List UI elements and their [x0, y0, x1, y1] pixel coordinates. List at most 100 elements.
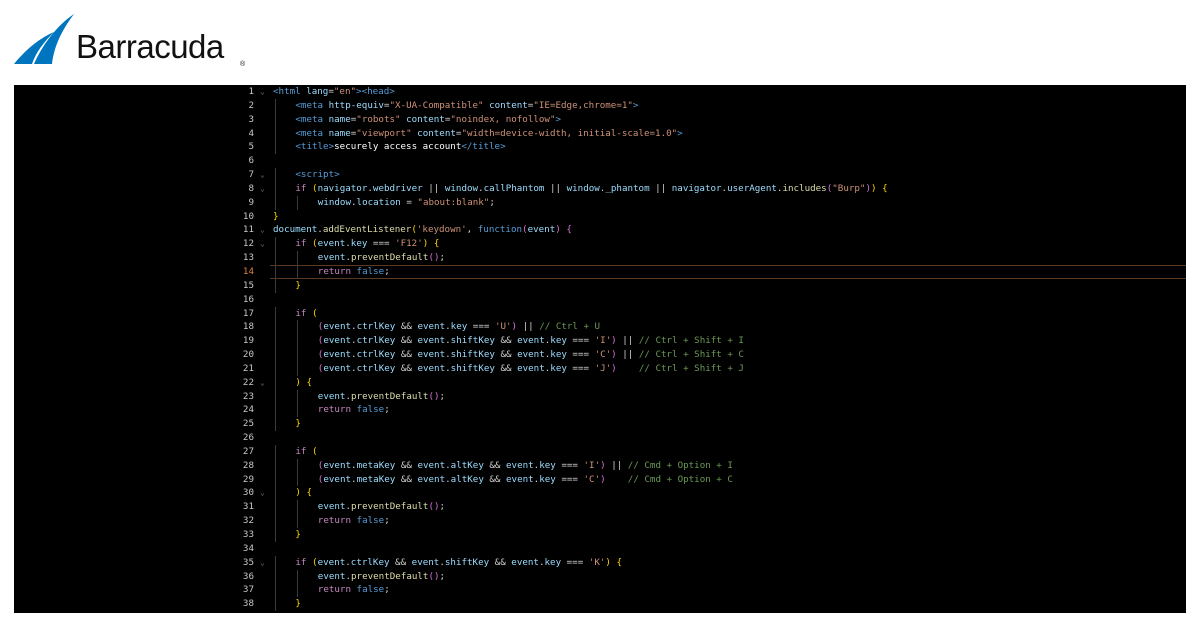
- code-line[interactable]: 21 (event.ctrlKey && event.shiftKey && ev…: [14, 361, 1186, 376]
- code-token: 'J': [594, 362, 612, 374]
- barracuda-wave-icon: [14, 14, 74, 64]
- code-line[interactable]: 22 ⌄) {: [14, 375, 1186, 390]
- code-line[interactable]: 11 ⌄ document.addEventListener('keydown', …: [14, 223, 1186, 237]
- code-line[interactable]: 7 ⌄ <script>: [14, 168, 1186, 182]
- line-number: 16: [242, 293, 254, 305]
- code-token: event: [511, 556, 539, 568]
- code-token: ;: [384, 584, 390, 596]
- fold-chevron-icon[interactable]: ⌄: [260, 486, 270, 500]
- indent-guide: [275, 195, 276, 210]
- code-token: ;: [384, 265, 390, 277]
- code-line[interactable]: 33}: [14, 528, 1186, 542]
- code-token: altKey: [450, 459, 484, 471]
- code-token: event: [317, 570, 346, 582]
- indent-guide: [275, 569, 276, 584]
- code-line[interactable]: 32 return false;: [14, 514, 1186, 528]
- code-text: ) {: [295, 376, 312, 390]
- code-token: 'C': [594, 349, 612, 361]
- code-line[interactable]: 29 (event.metaKey && event.altKey && even…: [14, 472, 1186, 487]
- code-line[interactable]: 37 return false;: [14, 583, 1186, 598]
- line-number: 1: [248, 86, 254, 97]
- line-number: 17: [242, 307, 254, 319]
- code-token: key: [450, 321, 468, 333]
- fold-chevron-icon[interactable]: ⌄: [260, 556, 270, 570]
- code-line[interactable]: 24 return false;: [14, 403, 1186, 418]
- registered-mark: ®: [240, 61, 246, 68]
- line-number: 27: [242, 445, 254, 457]
- line-number: 19: [242, 335, 254, 347]
- code-text: <title>securely access account</title>: [295, 140, 505, 154]
- code-token: ;: [439, 252, 446, 264]
- code-token: event: [317, 556, 346, 568]
- code-line[interactable]: 6: [14, 154, 1186, 168]
- code-line[interactable]: 30 ⌄) {: [14, 486, 1186, 501]
- code-token: {: [306, 376, 313, 388]
- code-token: event: [417, 335, 446, 347]
- code-line[interactable]: 2 <meta http-equiv="X-UA-Compatible" cont…: [14, 98, 1186, 113]
- fold-chevron-icon[interactable]: ⌄: [260, 237, 270, 251]
- code-line[interactable]: 1 ⌄ <html lang="en"><head>: [14, 85, 1186, 99]
- code-editor[interactable]: 1 ⌄ <html lang="en"><head> 2 <meta http-equi…: [14, 85, 1186, 613]
- indent-guide: [275, 140, 276, 155]
- code-line[interactable]: 31 event.preventDefault();: [14, 500, 1186, 515]
- code-line[interactable]: 17 if (: [14, 306, 1186, 321]
- code-text: <script>: [295, 168, 339, 182]
- code-line[interactable]: 16: [14, 293, 1186, 307]
- code-line[interactable]: 36 event.preventDefault();: [14, 569, 1186, 584]
- code-line[interactable]: 10}: [14, 210, 1186, 224]
- code-line[interactable]: 23 event.preventDefault();: [14, 389, 1186, 404]
- code-line[interactable]: 4 <meta name="viewport" content="width=de…: [14, 126, 1186, 141]
- code-line[interactable]: 34: [14, 542, 1186, 556]
- code-line[interactable]: 27 if (: [14, 444, 1186, 459]
- code-line[interactable]: 35 ⌄ if (event.ctrlKey && event.shiftKey &…: [14, 555, 1186, 570]
- code-token: shiftKey: [450, 335, 495, 347]
- code-token: content: [417, 127, 456, 139]
- code-text: return false;: [318, 265, 390, 279]
- code-text: if (event.key === 'F12') {: [295, 237, 439, 251]
- code-line[interactable]: 18 (event.ctrlKey && event.key === 'U') |…: [14, 320, 1186, 335]
- code-line[interactable]: 28 (event.metaKey && event.altKey && even…: [14, 458, 1186, 473]
- code-token: event: [517, 335, 545, 347]
- code-line[interactable]: 20 (event.ctrlKey && event.shiftKey && ev…: [14, 348, 1186, 362]
- code-token: preventDefault: [351, 501, 429, 513]
- code-token: (: [312, 445, 318, 457]
- code-line[interactable]: 9 window.location = "about:blank";: [14, 195, 1186, 210]
- code-token: event: [317, 252, 346, 264]
- fold-chevron-icon[interactable]: ⌄: [260, 182, 270, 196]
- line-number: 13: [242, 252, 254, 264]
- code-line[interactable]: 25}: [14, 417, 1186, 432]
- line-number: 29: [242, 473, 254, 485]
- code-line[interactable]: 15}: [14, 278, 1186, 293]
- code-line[interactable]: 5 <title>securely access account</title>: [14, 140, 1186, 155]
- code-token: navigator: [671, 182, 722, 194]
- code-line[interactable]: 38}: [14, 597, 1186, 612]
- code-token: &&: [489, 556, 512, 568]
- code-token: event: [417, 459, 446, 471]
- code-token: (): [428, 501, 440, 513]
- code-text: if (: [295, 307, 317, 321]
- code-token: }: [295, 418, 301, 430]
- fold-chevron-icon[interactable]: ⌄: [260, 168, 270, 182]
- code-token: addEventListener: [322, 224, 412, 236]
- code-text: event.preventDefault();: [318, 390, 445, 404]
- code-line[interactable]: 19 (event.ctrlKey && event.shiftKey && ev…: [14, 334, 1186, 349]
- code-token: event: [506, 459, 534, 471]
- code-line[interactable]: 3 <meta name="robots" content="noindex, n…: [14, 112, 1186, 127]
- fold-chevron-icon[interactable]: ⌄: [260, 85, 270, 99]
- fold-chevron-icon[interactable]: ⌄: [260, 376, 270, 390]
- code-token: return: [317, 404, 351, 416]
- line-number: 6: [248, 155, 254, 167]
- code-token: ctrlKey: [350, 556, 390, 568]
- code-token: ;: [439, 501, 446, 513]
- indent-guide: [275, 514, 276, 528]
- indent-guide: [275, 500, 276, 515]
- code-line[interactable]: 14 return false;: [14, 264, 1186, 279]
- code-line[interactable]: 26: [14, 431, 1186, 445]
- code-line[interactable]: 12 ⌄ if (event.key === 'F12') {: [14, 237, 1186, 252]
- code-line[interactable]: 13 event.preventDefault();: [14, 251, 1186, 265]
- code-line[interactable]: 8 ⌄ if (navigator.webdriver || window.call…: [14, 181, 1186, 196]
- fold-chevron-icon[interactable]: ⌄: [260, 223, 270, 237]
- indent-guide: [297, 500, 299, 515]
- line-number: 25: [242, 418, 254, 430]
- code-token: ||: [544, 182, 567, 194]
